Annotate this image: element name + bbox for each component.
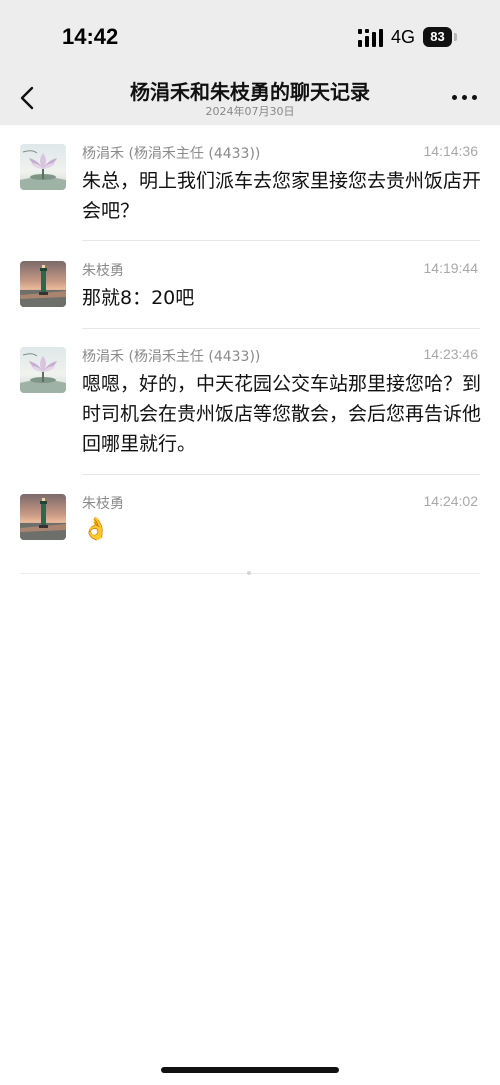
lighthouse-avatar-icon — [20, 261, 66, 307]
page-title: 杨涓禾和朱枝勇的聊天记录 — [130, 80, 370, 104]
divider — [82, 474, 480, 475]
sender-name: 朱枝勇 — [82, 496, 124, 512]
home-indicator[interactable] — [161, 1067, 339, 1073]
lotus-avatar-icon — [20, 347, 66, 393]
sender-name: 杨涓禾 (杨涓禾主任 (4433)) — [82, 349, 261, 365]
message-time: 14:23:46 — [423, 346, 479, 362]
avatar[interactable] — [20, 347, 66, 393]
message-text: 那就8：20吧 — [82, 287, 195, 309]
signal-icon — [358, 29, 383, 47]
end-dot — [247, 571, 251, 575]
message-time: 14:14:36 — [423, 143, 479, 159]
battery-tip — [454, 33, 457, 41]
avatar[interactable] — [20, 494, 66, 540]
status-bar: 14:42 4G 83 — [0, 0, 500, 72]
nav-bar: 杨涓禾和朱枝勇的聊天记录 2024年07月30日 — [0, 72, 500, 125]
message-text: 朱总，明上我们派车去您家里接您去贵州饭店开会吧？ — [82, 170, 482, 222]
divider — [82, 328, 480, 329]
status-time: 14:42 — [62, 24, 119, 49]
lotus-avatar-icon — [20, 144, 66, 190]
message-emoji: 👌 — [82, 517, 110, 542]
avatar[interactable] — [20, 261, 66, 307]
more-icon — [452, 95, 457, 100]
battery-level: 83 — [423, 27, 452, 47]
page-date: 2024年07月30日 — [205, 105, 295, 118]
divider — [82, 240, 480, 241]
message-time: 14:19:44 — [423, 260, 479, 276]
lighthouse-avatar-icon — [20, 494, 66, 540]
message-text: 嗯嗯，好的，中天花园公交车站那里接您哈？到时司机会在贵州饭店等您散会，会后您再告… — [82, 373, 482, 455]
message-time: 14:24:02 — [423, 493, 479, 509]
more-button[interactable] — [448, 86, 480, 110]
network-type: 4G — [391, 27, 416, 47]
sender-name: 朱枝勇 — [82, 263, 124, 279]
sender-name: 杨涓禾 (杨涓禾主任 (4433)) — [82, 146, 261, 162]
battery-icon: 83 — [423, 27, 457, 47]
avatar[interactable] — [20, 144, 66, 190]
